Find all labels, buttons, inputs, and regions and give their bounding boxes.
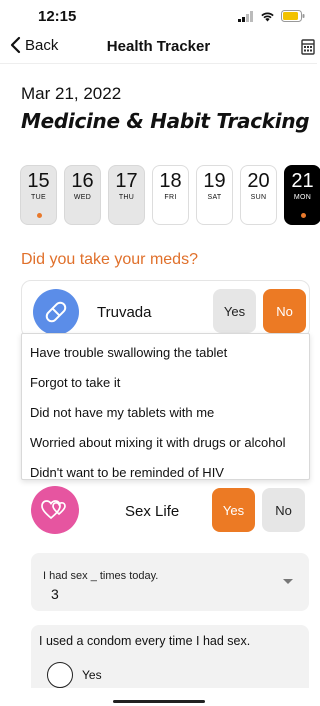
day-number: 21: [291, 170, 314, 192]
meds-question: Did you take your meds?: [21, 251, 198, 268]
page-header-title: Health Tracker: [106, 38, 211, 55]
medication-card: Truvada Yes No: [21, 280, 310, 338]
day-number: 16: [71, 170, 94, 192]
battery-icon: [281, 10, 305, 22]
day-number: 15: [27, 170, 50, 192]
condom-question: I used a condom every time I had sex.: [39, 634, 251, 648]
status-bar: 12:15: [0, 0, 317, 30]
day-selector: 15 TUE 16 WED 17 THU 18 FRI 19 SAT 20 SU…: [20, 165, 320, 225]
day-18[interactable]: 18 FRI: [152, 165, 189, 225]
hearts-icon: [41, 500, 66, 520]
day-name: SAT: [207, 194, 222, 201]
day-name: SUN: [250, 194, 267, 201]
missed-dose-reason-menu: Have trouble swallowing the tablet Forgo…: [21, 333, 310, 480]
nav-bar: Back Health Tracker: [0, 30, 317, 64]
condom-yes-radio[interactable]: [47, 662, 73, 688]
condom-yes-label: Yes: [82, 668, 102, 682]
day-15[interactable]: 15 TUE: [20, 165, 57, 225]
day-17[interactable]: 17 THU: [108, 165, 145, 225]
page-title: Medicine & Habit Tracking: [21, 109, 310, 133]
logged-dot: [301, 213, 306, 218]
meds-yes-button[interactable]: Yes: [213, 289, 256, 333]
day-20[interactable]: 20 SUN: [240, 165, 277, 225]
reason-option[interactable]: Forgot to take it: [22, 368, 309, 398]
reason-option[interactable]: Worried about mixing it with drugs or al…: [22, 428, 309, 458]
wifi-icon: [261, 12, 274, 21]
condom-question-card: I used a condom every time I had sex. Ye…: [31, 625, 309, 695]
reason-option[interactable]: Didn't want to be reminded of HIV: [22, 458, 309, 479]
calendar-icon[interactable]: [301, 37, 315, 55]
logged-dot: [37, 213, 42, 218]
day-name: MON: [293, 194, 312, 201]
pill-badge: [33, 289, 79, 335]
day-number: 18: [159, 170, 182, 192]
meds-no-button[interactable]: No: [263, 289, 306, 333]
sex-life-label: Sex Life: [125, 503, 180, 520]
current-date: Mar 21, 2022: [21, 84, 122, 103]
day-name: TUE: [31, 194, 46, 201]
day-name: THU: [118, 194, 135, 201]
bottom-bar: [0, 688, 317, 706]
caret-down-icon: [283, 579, 293, 584]
day-21[interactable]: 21 MON: [284, 165, 320, 225]
times-label: I had sex _ times today.: [43, 570, 159, 582]
day-name: FRI: [164, 194, 177, 201]
day-number: 17: [115, 170, 138, 192]
pill-icon: [45, 301, 67, 323]
day-name: WED: [73, 194, 92, 201]
hearts-badge: [31, 486, 79, 534]
day-number: 20: [247, 170, 270, 192]
medication-name: Truvada: [97, 304, 152, 321]
day-16[interactable]: 16 WED: [64, 165, 101, 225]
day-19[interactable]: 19 SAT: [196, 165, 233, 225]
signal-icon: [238, 10, 253, 22]
times-value: 3: [51, 586, 59, 602]
day-number: 19: [203, 170, 226, 192]
reason-option[interactable]: Have trouble swallowing the tablet: [22, 338, 309, 368]
sex-yes-button[interactable]: Yes: [212, 488, 255, 532]
reason-option[interactable]: Did not have my tablets with me: [22, 398, 309, 428]
sex-life-card: Sex Life Yes No: [21, 480, 310, 538]
home-indicator: [113, 700, 205, 703]
times-dropdown[interactable]: I had sex _ times today. 3: [31, 553, 309, 611]
sex-no-button[interactable]: No: [262, 488, 305, 532]
status-time: 12:15: [38, 8, 77, 25]
status-icons: [238, 10, 305, 22]
